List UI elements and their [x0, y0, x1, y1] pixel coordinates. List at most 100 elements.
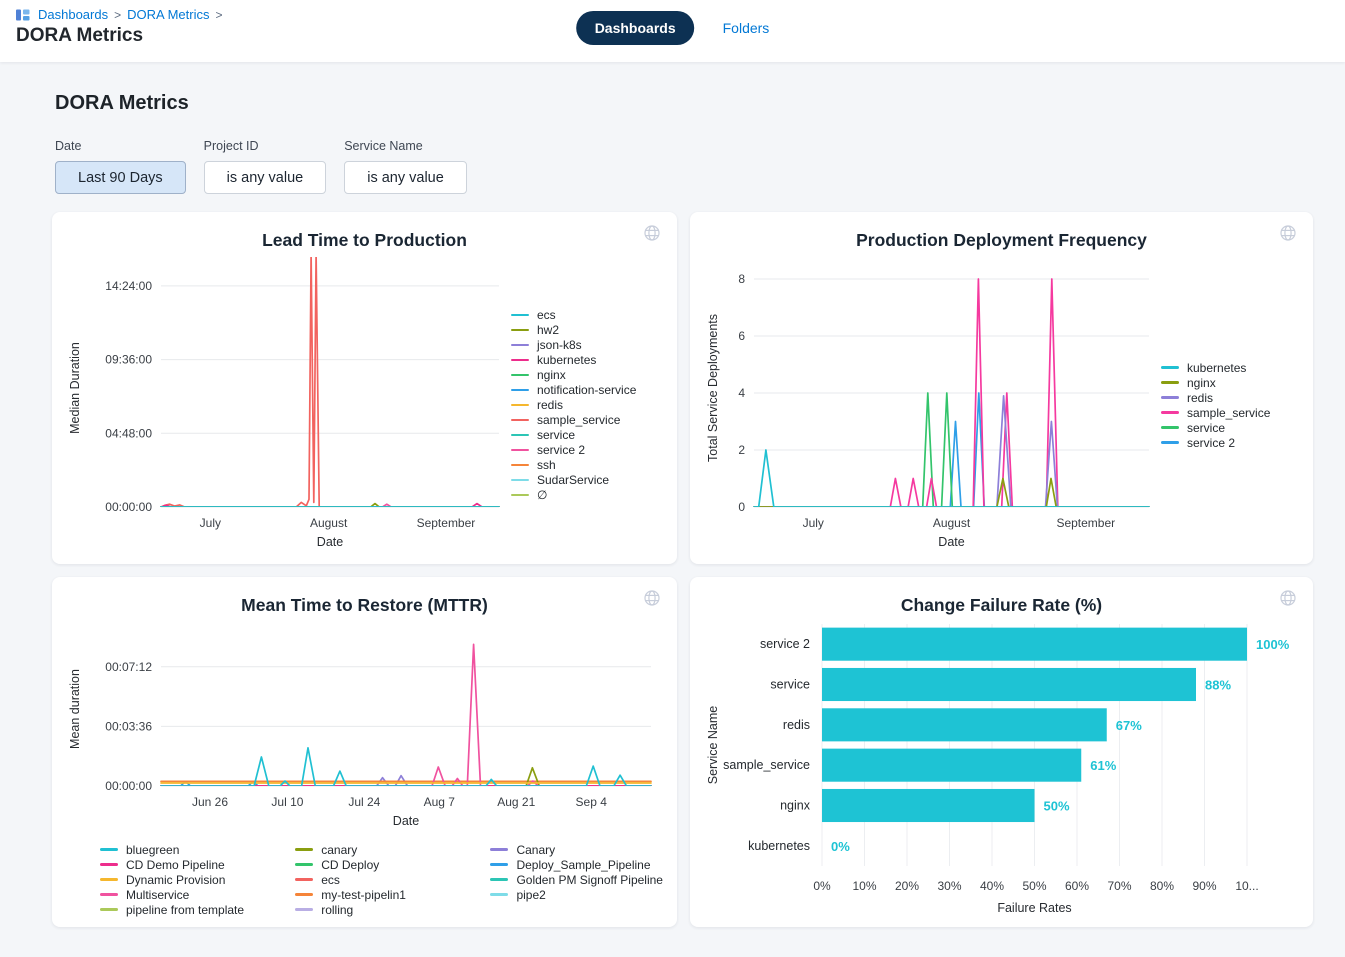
x-tick-label: 10% [852, 879, 876, 893]
legend-swatch [295, 893, 313, 896]
x-tick-label: 70% [1107, 879, 1131, 893]
top-header: Dashboards > DORA Metrics > DORA Metrics… [0, 0, 1345, 62]
legend-item-CD Demo Pipeline[interactable]: CD Demo Pipeline [100, 857, 295, 872]
legend-item-nginx[interactable]: nginx [1161, 375, 1299, 390]
legend-item-ssh[interactable]: ssh [511, 458, 663, 473]
legend-item-∅[interactable]: ∅ [511, 488, 663, 503]
series-line-Multiservice [161, 644, 651, 786]
legend-item-nginx[interactable]: nginx [511, 368, 663, 383]
y-tick-label: 14:24:00 [105, 279, 152, 293]
filter-project-id-value-button[interactable]: is any value [204, 161, 327, 194]
legend-item-Canary[interactable]: Canary [490, 842, 663, 857]
x-tick-label: 40% [980, 879, 1004, 893]
legend-label: ecs [537, 308, 556, 322]
legend-swatch [511, 344, 529, 347]
y-tick-label: 2 [738, 443, 745, 457]
legend-label: redis [537, 398, 563, 412]
x-tick-label: Aug 7 [424, 795, 456, 809]
legend-item-Golden PM Signoff Pipeline[interactable]: Golden PM Signoff Pipeline [490, 872, 663, 887]
legend-item-Multiservice[interactable]: Multiservice [100, 887, 295, 902]
x-tick-label: August [310, 516, 348, 530]
legend-label: ssh [537, 458, 556, 472]
legend-item-service 2[interactable]: service 2 [1161, 435, 1299, 450]
legend-item-SudarService[interactable]: SudarService [511, 473, 663, 488]
y-tick-label: 4 [738, 386, 745, 400]
legend-label: notification-service [537, 383, 636, 397]
legend-item-hw2[interactable]: hw2 [511, 323, 663, 338]
legend-item-bluegreen[interactable]: bluegreen [100, 842, 295, 857]
filter-service-name: Service Name is any value [344, 139, 467, 194]
x-tick-label: 50% [1022, 879, 1046, 893]
tab-dashboards[interactable]: Dashboards [576, 11, 695, 45]
x-axis-label: Failure Rates [997, 901, 1071, 915]
globe-icon [643, 589, 661, 607]
legend-label: SudarService [537, 473, 609, 487]
legend-swatch [100, 863, 118, 866]
filter-date-value-button[interactable]: Last 90 Days [55, 161, 186, 194]
legend-label: service [537, 428, 575, 442]
legend-label: kubernetes [537, 353, 596, 367]
card-mean-time-to-restore: Mean Time to Restore (MTTR) 00:00:0000:0… [52, 577, 677, 927]
tab-folders[interactable]: Folders [723, 20, 770, 36]
chart-canvas: 02468JulyAugustSeptemberDateTotal Servic… [704, 257, 1161, 553]
x-tick-label: July [200, 516, 221, 530]
y-axis-label: Service Name [706, 706, 720, 785]
legend-swatch [490, 863, 508, 866]
card-production-deployment-frequency: Production Deployment Frequency 02468Jul… [690, 212, 1313, 564]
legend-item-redis[interactable]: redis [511, 398, 663, 413]
dashboard-heading: DORA Metrics [55, 92, 1345, 115]
legend-label: Golden PM Signoff Pipeline [516, 873, 663, 887]
legend-label: service 2 [537, 443, 585, 457]
bar-category-label: redis [783, 718, 810, 732]
legend-item-CD Deploy[interactable]: CD Deploy [295, 857, 490, 872]
legend-swatch [511, 434, 529, 437]
chart-title-change-failure-rate: Change Failure Rate (%) [704, 595, 1299, 616]
series-line-sample_service [161, 257, 499, 507]
x-tick-label: 0% [813, 879, 831, 893]
legend-item-pipeline from template[interactable]: pipeline from template [100, 902, 295, 917]
breadcrumb-link-dora-metrics[interactable]: DORA Metrics [127, 7, 209, 22]
legend-swatch [511, 479, 529, 482]
legend-item-ecs[interactable]: ecs [511, 308, 663, 323]
legend-item-notification-service[interactable]: notification-service [511, 383, 663, 398]
mttr-chart: 00:00:0000:03:3600:07:12Jun 26Jul 10Jul … [66, 620, 663, 832]
legend-item-my-test-pipelin1[interactable]: my-test-pipelin1 [295, 887, 490, 902]
legend-swatch [100, 878, 118, 881]
legend-item-kubernetes[interactable]: kubernetes [1161, 360, 1299, 375]
chart-canvas: 0%10%20%30%40%50%60%70%80%90%10...servic… [704, 618, 1299, 920]
x-tick-label: Aug 21 [497, 795, 535, 809]
legend-item-ecs[interactable]: ecs [295, 872, 490, 887]
legend-label: nginx [537, 368, 566, 382]
legend-swatch [490, 893, 508, 896]
legend-label: sample_service [1187, 406, 1270, 420]
filter-service-name-value-button[interactable]: is any value [344, 161, 467, 194]
legend-item-canary[interactable]: canary [295, 842, 490, 857]
legend-item-redis[interactable]: redis [1161, 390, 1299, 405]
legend-item-service[interactable]: service [1161, 420, 1299, 435]
breadcrumb-link-dashboards[interactable]: Dashboards [38, 7, 108, 22]
legend-item-kubernetes[interactable]: kubernetes [511, 353, 663, 368]
legend-swatch [511, 374, 529, 377]
legend-item-json-k8s[interactable]: json-k8s [511, 338, 663, 353]
y-tick-label: 09:36:00 [105, 353, 152, 367]
legend-label: nginx [1187, 376, 1216, 390]
x-tick-label: September [417, 516, 476, 530]
legend-item-Deploy_Sample_Pipeline[interactable]: Deploy_Sample_Pipeline [490, 857, 663, 872]
legend-label: my-test-pipelin1 [321, 888, 406, 902]
legend-item-pipe2[interactable]: pipe2 [490, 887, 663, 902]
chart-canvas: 00:00:0004:48:0009:36:0014:24:00JulyAugu… [66, 257, 511, 553]
y-axis-label: Median Duration [68, 342, 82, 434]
legend-item-rolling[interactable]: rolling [295, 902, 490, 917]
x-tick-label: 80% [1150, 879, 1174, 893]
legend-swatch [511, 494, 529, 497]
legend-item-service 2[interactable]: service 2 [511, 443, 663, 458]
deployment-frequency-legend: kubernetesnginxredissample_serviceservic… [1161, 257, 1299, 553]
legend-item-Dynamic Provision[interactable]: Dynamic Provision [100, 872, 295, 887]
legend-item-sample_service[interactable]: sample_service [511, 413, 663, 428]
legend-swatch [511, 389, 529, 392]
legend-item-service[interactable]: service [511, 428, 663, 443]
legend-swatch [511, 314, 529, 317]
legend-swatch [295, 878, 313, 881]
bar-value-label: 61% [1090, 758, 1116, 773]
legend-item-sample_service[interactable]: sample_service [1161, 405, 1299, 420]
